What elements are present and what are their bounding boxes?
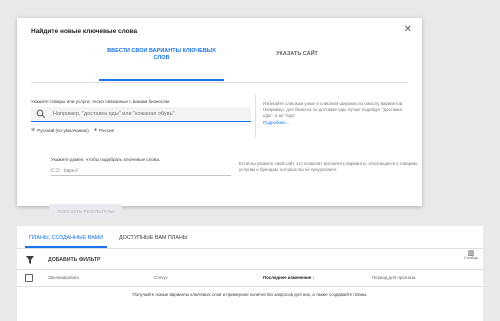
columns-button[interactable]: ▥ Столбцы [463,250,478,260]
columns-label: Столбцы [463,256,478,260]
tab-my-plans[interactable]: ПЛАНЫ, СОЗДАННЫЕ ВАМИ [29,235,103,241]
search-icon [36,109,46,119]
divider [17,286,483,287]
divider [17,248,483,249]
keywords-hint-text: Избегайте слишком узких и слишком широки… [263,101,404,118]
link-icon: ⊂⊃ [50,168,61,174]
translate-icon: ⊕ [31,127,36,133]
domain-label: Укажите домен, чтобы подобрать ключевые … [51,157,161,162]
language-selector[interactable]: ⊕ Русский (по умолчанию) [31,127,89,133]
location-selector[interactable]: ● Россия [94,127,114,133]
divider [31,82,408,83]
plans-panel: ПЛАНЫ, СОЗДАННЫЕ ВАМИ ДОСТУПНЫЕ ВАМ ПЛАН… [17,226,483,321]
sort-arrow-icon: ↓ [312,275,315,280]
domain-field[interactable]: ⊂⊃ [50,164,231,176]
find-keywords-dialog: Найдите новые ключевые слова ✕ ВВЕСТИ СВ… [17,18,422,218]
keywords-hint: Избегайте слишком узких и слишком широки… [263,101,408,126]
divider [17,269,483,270]
vertical-divider [255,94,256,138]
tab-shared-plans[interactable]: ДОСТУПНЫЕ ВАМ ПЛАНЫ [119,235,188,241]
header-forecast-period[interactable]: Период для прогноза [372,275,415,280]
close-icon[interactable]: ✕ [404,24,412,35]
active-tab-indicator [99,79,224,81]
header-schedule[interactable]: Запланировать [48,275,79,280]
language-value: Русский (по умолчанию) [37,127,89,133]
keywords-input[interactable] [53,108,243,120]
show-results-button[interactable]: ПОКАЗАТЬ РЕЗУЛЬТАТЫ [49,204,122,218]
header-last-modified-label: Последнее изменение [263,275,312,280]
location-pin-icon: ● [94,127,98,133]
learn-more-link[interactable]: Подробнее... [263,120,408,126]
filter-icon[interactable] [26,256,34,264]
add-filter-button[interactable]: ДОБАВИТЬ ФИЛЬТР [48,257,100,263]
tab-enter-keywords[interactable]: ВВЕСТИ СВОИ ВАРИАНТЫ КЛЮЧЕВЫХ СЛОВ [99,48,224,62]
keywords-search-field[interactable] [31,107,251,122]
domain-input[interactable] [64,165,214,175]
header-status[interactable]: Статус [154,275,168,280]
tab-specify-site[interactable]: УКАЗАТЬ САЙТ [252,51,342,58]
dialog-tabs: ВВЕСТИ СВОИ ВАРИАНТЫ КЛЮЧЕВЫХ СЛОВ УКАЗА… [87,48,367,82]
location-value: Россия [99,127,115,133]
domain-hint: Если вы укажете свой сайт, это позволит … [239,161,418,172]
select-all-checkbox[interactable] [25,274,33,282]
dialog-title: Найдите новые ключевые слова [31,28,138,35]
keywords-label: Укажите товары или услуги, тесно связанн… [31,99,171,104]
empty-state-message: Получайте новые варианты ключевых слов и… [132,292,368,297]
header-last-modified[interactable]: Последнее изменение ↓ [263,275,315,280]
